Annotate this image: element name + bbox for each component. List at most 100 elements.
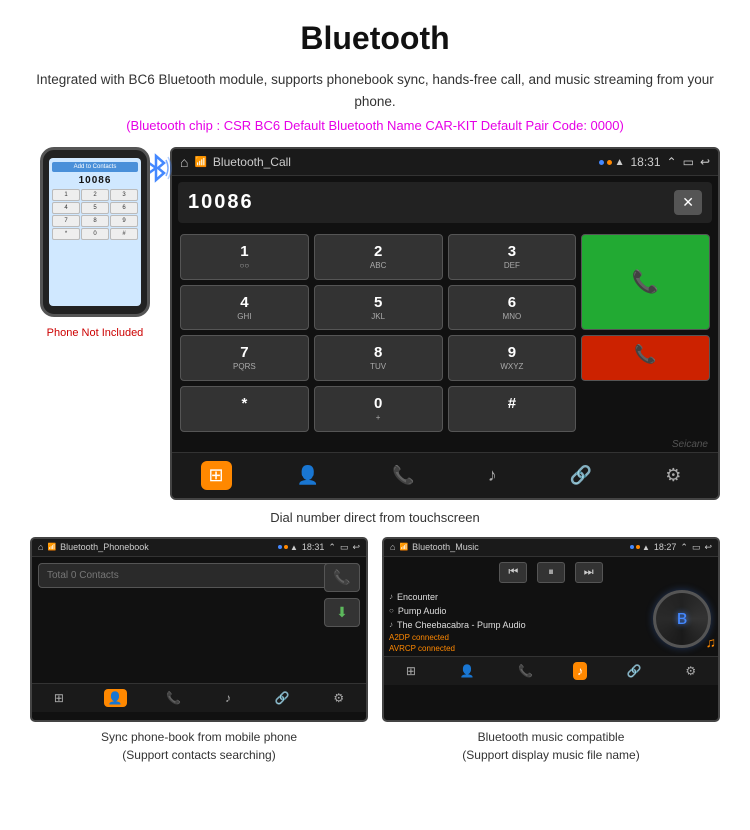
- specs-line: (Bluetooth chip : CSR BC6 Default Blueto…: [30, 118, 720, 133]
- next-button[interactable]: ⏭: [575, 562, 603, 583]
- download-contact-button[interactable]: ⬇: [324, 598, 360, 627]
- call-contact-button[interactable]: 📞: [324, 563, 360, 592]
- toolbar-settings[interactable]: ⚙: [657, 461, 689, 490]
- ph-arrow-icon: ▲: [290, 543, 298, 552]
- album-art: ʙ ♫: [653, 590, 713, 650]
- key-5[interactable]: 5JKL: [314, 285, 443, 331]
- toolbar-phone[interactable]: 📞: [384, 461, 422, 490]
- key-0[interactable]: 0+: [314, 386, 443, 432]
- phone-sidebar: Add to Contacts 10086 1 2 3 4 5 6 7 8 9: [30, 147, 160, 339]
- mu-toolbar-settings[interactable]: ⚙: [681, 662, 700, 680]
- phone-key-6: 6: [110, 202, 138, 214]
- pb-toolbar-apps[interactable]: ⊞: [50, 689, 68, 707]
- phone-wrapper: Add to Contacts 10086 1 2 3 4 5 6 7 8 9: [40, 147, 150, 323]
- phonebook-block: ⌂ 📶 Bluetooth_Phonebook ▲ 18:31 ⌃ ▭ ↩: [30, 537, 368, 764]
- call-button-green[interactable]: 📞: [581, 234, 710, 330]
- key-4[interactable]: 4GHI: [180, 285, 309, 331]
- album-circle: ʙ ♫: [653, 590, 711, 648]
- dial-number-row: 10086 ✕: [178, 182, 712, 223]
- mu-time: 18:27: [654, 542, 677, 552]
- mu-bottom-toolbar: ⊞ 👤 📞 ♪ 🔗 ⚙: [384, 656, 718, 685]
- end-call-button[interactable]: 📞: [581, 335, 710, 381]
- mu-toolbar-music[interactable]: ♪: [573, 662, 587, 680]
- ph-home-icon: ⌂: [38, 542, 43, 552]
- mu-toolbar-phone[interactable]: 📞: [514, 662, 537, 680]
- music-name-1: Encounter: [397, 592, 438, 602]
- avrcp-status: AVRCP connected: [389, 643, 648, 654]
- phone-not-included-label: Phone Not Included: [47, 327, 144, 339]
- dial-number: 10086: [188, 191, 674, 214]
- key-hash[interactable]: #: [448, 386, 577, 432]
- music-block: ⌂ 📶 Bluetooth_Music ▲ 18:27 ⌃ ▭ ↩: [382, 537, 720, 764]
- music-item-3: ♪ The Cheebacabra - Pump Audio: [389, 618, 648, 632]
- wifi-icon: ▲: [615, 157, 625, 168]
- mu-back-icon: ↩: [704, 542, 712, 553]
- screen-title: Bluetooth_Call: [213, 155, 593, 169]
- phone-key-3: 3: [110, 189, 138, 201]
- pb-toolbar-phone[interactable]: 📞: [162, 689, 185, 707]
- phone-key-2: 2: [81, 189, 109, 201]
- phonebook-body: Total 0 Contacts 📞 ⬇: [32, 563, 366, 683]
- mu-toolbar-contacts[interactable]: 👤: [456, 662, 479, 680]
- main-screen-area: Add to Contacts 10086 1 2 3 4 5 6 7 8 9: [30, 147, 720, 499]
- pb-toolbar-settings[interactable]: ⚙: [329, 689, 348, 707]
- backspace-button[interactable]: ✕: [674, 190, 702, 215]
- toolbar-link[interactable]: 🔗: [562, 461, 600, 490]
- phone-key-9: 9: [110, 215, 138, 227]
- ph-antenna-icon: 📶: [47, 543, 56, 551]
- phone-key-4: 4: [52, 202, 80, 214]
- bottom-toolbar: ⊞ 👤 📞 ♪ 🔗 ⚙: [172, 452, 718, 498]
- key-8[interactable]: 8TUV: [314, 335, 443, 381]
- mu-dot-orange: [636, 545, 640, 549]
- mu-dots: ▲: [630, 543, 650, 552]
- contacts-search[interactable]: Total 0 Contacts: [38, 563, 360, 588]
- phone-key-star: *: [52, 228, 80, 240]
- ph-header-icons: ⌃ ▭ ↩: [328, 542, 360, 553]
- key-star[interactable]: *: [180, 386, 309, 432]
- pb-toolbar-music[interactable]: ♪: [221, 689, 235, 707]
- ph-window-icon: ▭: [340, 542, 349, 553]
- phonebook-caption: Sync phone-book from mobile phone (Suppo…: [30, 728, 368, 764]
- music-content: ♪ Encounter ○ Pump Audio ♪ The Cheebacab…: [384, 588, 718, 656]
- music-note-icon-3: ♪: [389, 620, 393, 629]
- ph-expand-icon: ⌃: [328, 542, 336, 553]
- prev-button[interactable]: ⏮: [499, 562, 527, 583]
- key-2[interactable]: 2ABC: [314, 234, 443, 280]
- watermark: Seicane: [172, 437, 718, 452]
- music-header: ⌂ 📶 Bluetooth_Music ▲ 18:27 ⌃ ▭ ↩: [384, 539, 718, 557]
- key-7[interactable]: 7PQRS: [180, 335, 309, 381]
- a2dp-status: A2DP connected: [389, 632, 648, 643]
- phone-key-hash: #: [110, 228, 138, 240]
- key-3[interactable]: 3DEF: [448, 234, 577, 280]
- phone-screen-title: Add to Contacts: [52, 162, 138, 172]
- page-title: Bluetooth: [30, 20, 720, 57]
- toolbar-contacts[interactable]: 👤: [289, 461, 327, 490]
- bottom-screens: ⌂ 📶 Bluetooth_Phonebook ▲ 18:31 ⌃ ▭ ↩: [30, 537, 720, 764]
- mu-toolbar-link[interactable]: 🔗: [623, 662, 646, 680]
- dot-orange: [607, 160, 612, 165]
- pb-toolbar-contacts[interactable]: 👤: [104, 689, 127, 707]
- music-item-2: ○ Pump Audio: [389, 604, 648, 618]
- key-9[interactable]: 9WXYZ: [448, 335, 577, 381]
- key-6[interactable]: 6MNO: [448, 285, 577, 331]
- music-name-3: The Cheebacabra - Pump Audio: [397, 620, 526, 630]
- ph-dot-orange: [284, 545, 288, 549]
- phonebook-header: ⌂ 📶 Bluetooth_Phonebook ▲ 18:31 ⌃ ▭ ↩: [32, 539, 366, 557]
- mu-toolbar-apps[interactable]: ⊞: [402, 662, 420, 680]
- music-list: ♪ Encounter ○ Pump Audio ♪ The Cheebacab…: [389, 590, 648, 654]
- header-icons: ⌃ ▭ ↩: [667, 155, 710, 169]
- pb-bottom-toolbar: ⊞ 👤 📞 ♪ 🔗 ⚙: [32, 683, 366, 712]
- dial-caption: Dial number direct from touchscreen: [30, 510, 720, 525]
- key-1[interactable]: 1○○: [180, 234, 309, 280]
- mu-home-icon: ⌂: [390, 542, 395, 552]
- phone-image: Add to Contacts 10086 1 2 3 4 5 6 7 8 9: [40, 147, 150, 317]
- pb-toolbar-link[interactable]: 🔗: [271, 689, 294, 707]
- keypad-grid: 1○○ 2ABC 3DEF 📞 4GHI 5JKL 6MNO 7PQRS 8TU…: [172, 229, 718, 436]
- header-time: 18:31: [631, 155, 661, 169]
- play-pause-button[interactable]: ⏸: [537, 562, 565, 583]
- toolbar-apps[interactable]: ⊞: [201, 461, 232, 490]
- music-name-2: Pump Audio: [398, 606, 447, 616]
- toolbar-music[interactable]: ♪: [480, 461, 505, 490]
- phone-key-7: 7: [52, 215, 80, 227]
- music-screen: ⌂ 📶 Bluetooth_Music ▲ 18:27 ⌃ ▭ ↩: [382, 537, 720, 722]
